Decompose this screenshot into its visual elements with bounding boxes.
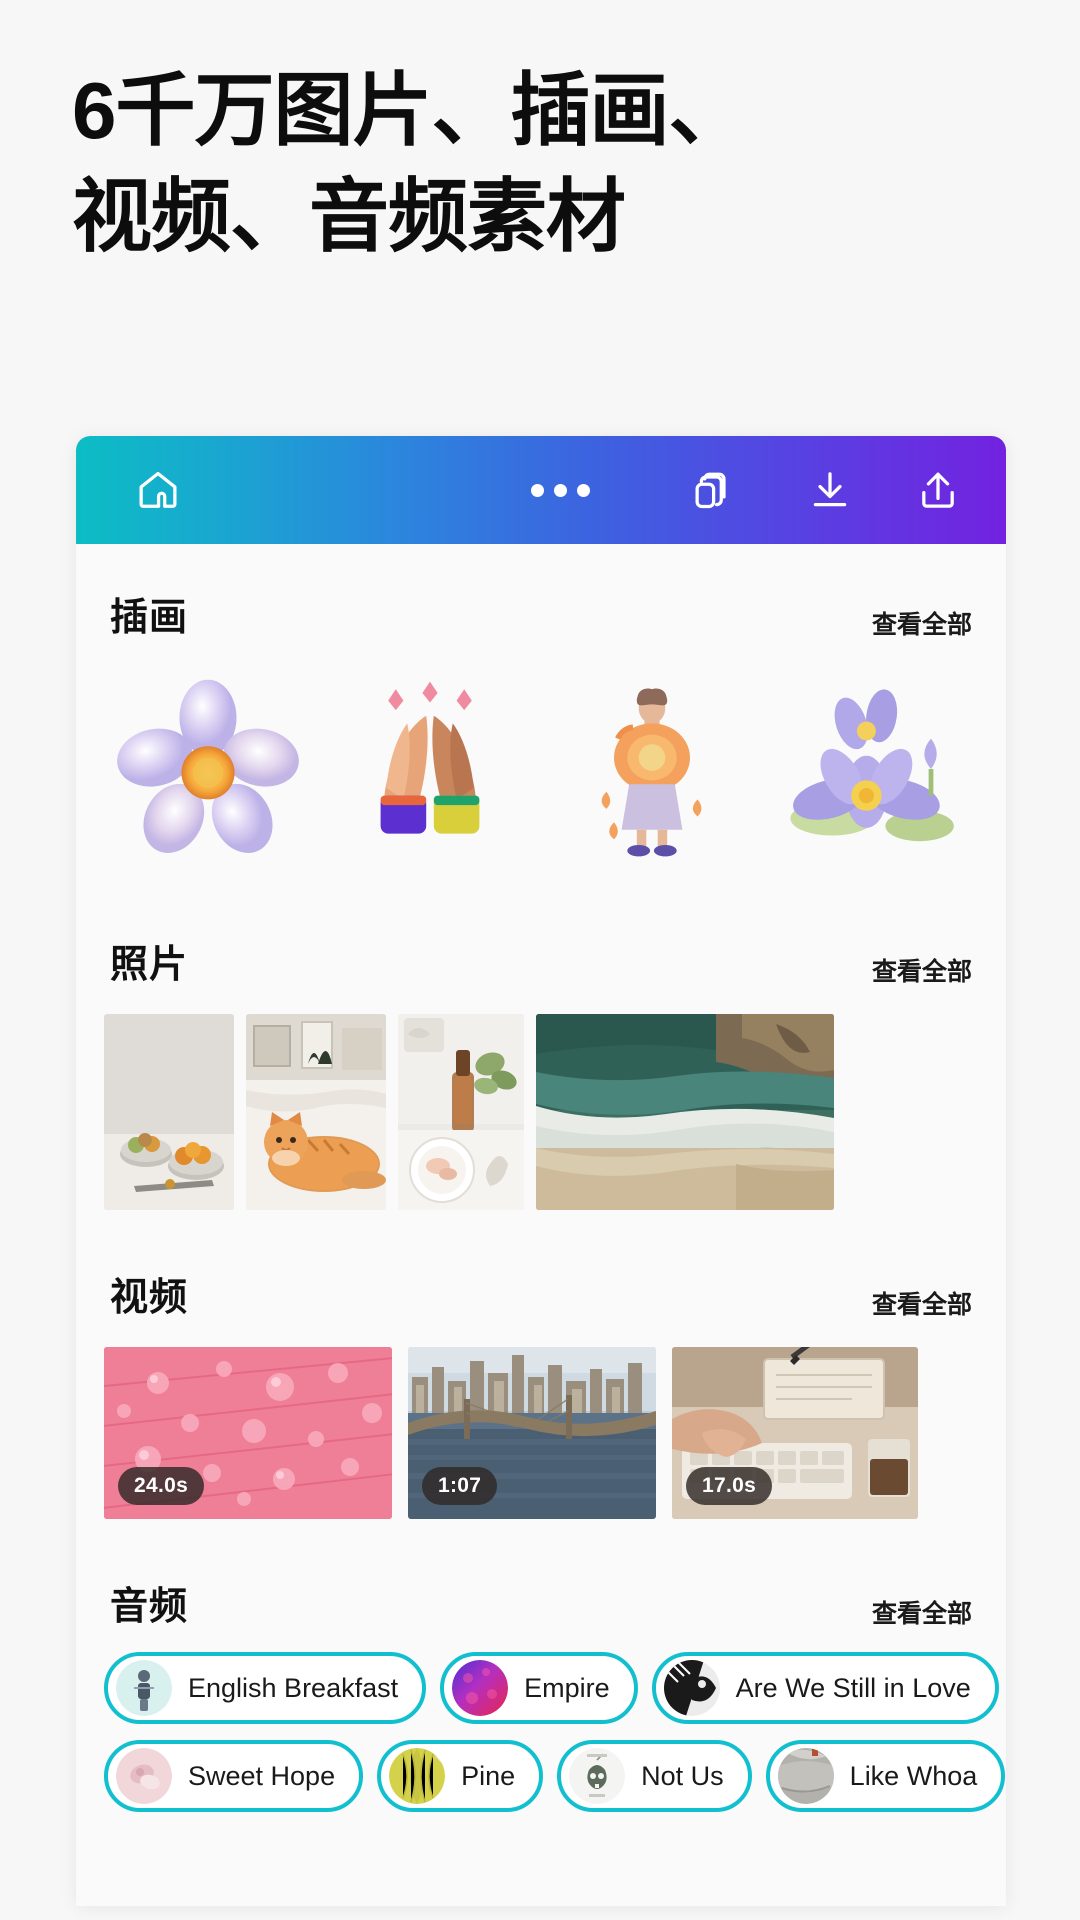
photos-row <box>76 988 1006 1210</box>
videos-header: 视频 查看全部 <box>76 1266 1006 1321</box>
illustrations-title: 插画 <box>110 597 189 639</box>
audio-chip-label: Empire <box>524 1672 610 1703</box>
pink-pastel-art-icon <box>116 1748 172 1804</box>
flower-girl-illustration-icon <box>557 674 747 864</box>
videos-title: 视频 <box>110 1277 189 1319</box>
audio-chip-label: Pine <box>461 1760 516 1791</box>
home-icon <box>135 467 181 513</box>
audio-chip-label: Not Us <box>641 1760 724 1791</box>
audio-chip-like-whoa[interactable]: Like Whoa <box>765 1740 1006 1812</box>
video-duration-badge: 1:07 <box>422 1467 498 1505</box>
app-bar-left-group <box>114 446 202 534</box>
illustrations-header: 插画 查看全部 <box>76 586 1006 641</box>
white-skull-art-icon <box>569 1748 626 1804</box>
videos-row: 24.0s 1:07 17.0s <box>76 1321 1006 1519</box>
section-illustrations: 插画 查看全部 <box>76 544 1006 891</box>
black-white-collage-art-icon <box>663 1660 720 1716</box>
illustration-item-flower[interactable] <box>102 654 314 884</box>
audio-chip-label: Like Whoa <box>849 1760 978 1791</box>
audio-chip-pine[interactable]: Pine <box>377 1740 544 1812</box>
audio-chip-label: English Breakfast <box>188 1672 399 1703</box>
pink-purple-gradient-art-icon <box>452 1660 509 1716</box>
download-button[interactable] <box>786 446 874 534</box>
page-title-line-2: 视频、音频素材 <box>72 171 626 261</box>
audio-chip-are-we-still-in-love[interactable]: Are We Still in Love <box>651 1652 999 1724</box>
audio-chip-english-breakfast[interactable]: English Breakfast <box>104 1652 427 1724</box>
audio-chip-row-1: English Breakfast Empire Are We Still in… <box>104 1652 999 1724</box>
home-button[interactable] <box>114 446 202 534</box>
audio-title: 音频 <box>110 1586 189 1628</box>
yellow-green-texture-art-icon <box>389 1748 446 1804</box>
illustration-item-lily[interactable] <box>768 654 980 884</box>
video-duration-badge: 24.0s <box>118 1467 205 1505</box>
iridescent-flower-illustration-icon <box>113 674 303 864</box>
audio-header: 音频 查看全部 <box>76 1575 1006 1630</box>
duplicate-icon <box>691 467 737 513</box>
video-duration-badge: 17.0s <box>686 1467 773 1505</box>
audio-chip-label: Sweet Hope <box>188 1760 336 1791</box>
video-item-water-drops[interactable]: 24.0s <box>104 1347 392 1519</box>
video-item-typing[interactable]: 17.0s <box>672 1347 918 1519</box>
section-photos: 照片 查看全部 <box>76 891 1006 1210</box>
share-button[interactable] <box>894 446 982 534</box>
audio-chip-not-us[interactable]: Not Us <box>557 1740 752 1812</box>
photo-item-ocean[interactable] <box>536 1014 834 1210</box>
grey-stone-art-icon <box>777 1748 834 1804</box>
audio-see-all-link[interactable]: 查看全部 <box>872 1594 972 1630</box>
mint-figure-art-icon <box>116 1660 172 1716</box>
phone-screenshot: 插画 查看全部 照片 查看全部 视频 查看全部 24.0s 1:07 17.0s… <box>76 436 1006 1906</box>
audio-chip-label: Are We Still in Love <box>735 1672 971 1703</box>
photo-item-cat[interactable] <box>246 1014 386 1210</box>
praying-hands-illustration-icon <box>335 674 525 864</box>
app-content: 插画 查看全部 照片 查看全部 视频 查看全部 24.0s 1:07 17.0s… <box>76 544 1006 1848</box>
video-item-city[interactable]: 1:07 <box>408 1347 656 1519</box>
duplicate-button[interactable] <box>670 446 758 534</box>
illustrations-row <box>76 641 1006 891</box>
photo-item-fruit-bowls[interactable] <box>104 1014 234 1210</box>
page-root: 6千万图片、插画、 视频、音频素材 插画 查看全部 照片 查看全部 视频 查看全… <box>0 0 1080 1920</box>
photos-header: 照片 查看全部 <box>76 933 1006 988</box>
app-top-bar <box>76 436 1006 544</box>
share-icon <box>915 467 961 513</box>
audio-chip-wrap: English Breakfast Empire Are We Still in… <box>76 1630 1006 1812</box>
videos-see-all-link[interactable]: 查看全部 <box>872 1285 972 1321</box>
photo-item-serum[interactable] <box>398 1014 524 1210</box>
audio-chip-sweet-hope[interactable]: Sweet Hope <box>104 1740 364 1812</box>
page-title: 6千万图片、插画、 视频、音频素材 <box>72 58 972 269</box>
photos-title: 照片 <box>110 944 189 986</box>
section-videos: 视频 查看全部 24.0s 1:07 17.0s <box>76 1210 1006 1519</box>
download-icon <box>807 467 853 513</box>
page-title-line-1: 6千万图片、插画、 <box>72 66 749 155</box>
illustration-item-flower-girl[interactable] <box>546 654 758 884</box>
purple-water-lily-illustration-icon <box>779 674 969 864</box>
photos-see-all-link[interactable]: 查看全部 <box>872 952 972 988</box>
more-icon <box>530 483 590 497</box>
audio-chip-empire[interactable]: Empire <box>440 1652 638 1724</box>
section-audio: 音频 查看全部 English Breakfast Empire Are We … <box>76 1519 1006 1812</box>
more-options-button[interactable] <box>516 446 604 534</box>
audio-chip-row-2: Sweet Hope Pine Not Us Like Whoa <box>104 1740 1006 1812</box>
app-bar-right-group <box>516 446 1006 534</box>
illustrations-see-all-link[interactable]: 查看全部 <box>872 605 972 641</box>
illustration-item-hands[interactable] <box>324 654 536 884</box>
